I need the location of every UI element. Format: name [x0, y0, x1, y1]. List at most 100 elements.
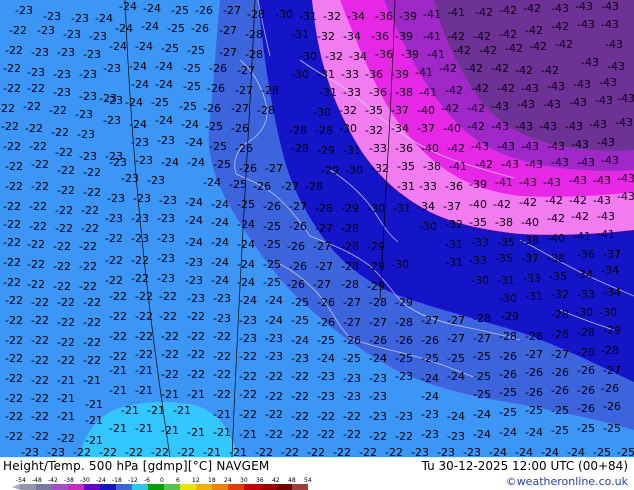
temperature-label: -22: [57, 432, 75, 445]
temperature-label: -25: [499, 406, 517, 419]
temperature-label: -42: [467, 120, 485, 133]
temperature-label: -24: [291, 334, 309, 347]
temperature-label: -22: [135, 330, 153, 343]
temperature-label: -22: [291, 428, 309, 441]
temperature-label: -31: [319, 86, 337, 99]
temperature-label: -23: [53, 86, 71, 99]
temperature-label: -24: [317, 352, 335, 365]
temperature-label: -37: [391, 104, 409, 117]
temperature-label: -42: [473, 30, 491, 43]
temperature-label: -23: [131, 136, 149, 149]
temperature-label: -24: [421, 390, 439, 403]
legend-tick-label: 36: [256, 477, 264, 484]
temperature-label: -22: [3, 140, 21, 153]
temperature-label: -36: [395, 142, 413, 155]
temperature-label: -23: [43, 10, 61, 23]
temperature-label: -22: [177, 446, 195, 457]
temperature-label: -23: [157, 232, 175, 245]
temperature-label: -37: [603, 248, 621, 261]
temperature-label: -43: [617, 92, 634, 105]
temperature-label: -22: [239, 350, 257, 363]
temperature-label: -24: [155, 60, 173, 73]
temperature-label: -40: [417, 104, 435, 117]
temperature-label: -28: [341, 278, 359, 291]
temperature-label: -23: [343, 372, 361, 385]
temperature-label: -28: [261, 84, 279, 97]
temperature-label: -36: [577, 248, 595, 261]
temperature-label: -41: [427, 48, 445, 61]
temperature-label: -23: [239, 332, 257, 345]
temperature-label: -28: [577, 326, 595, 339]
temperature-label: -34: [349, 50, 367, 63]
temperature-label: -22: [333, 446, 351, 457]
temperature-label: -43: [551, 2, 569, 15]
temperature-label: -27: [289, 200, 307, 213]
temperature-label: -28: [341, 260, 359, 273]
temperature-label: -25: [209, 140, 227, 153]
temperature-label: -24: [211, 198, 229, 211]
temperature-label: -39: [401, 48, 419, 61]
temperature-label: -22: [31, 314, 49, 327]
temperature-label: -22: [83, 354, 101, 367]
temperature-label: -22: [83, 166, 101, 179]
temperature-label: -26: [551, 384, 569, 397]
temperature-label: -23: [159, 194, 177, 207]
temperature-label: -35: [495, 252, 513, 265]
legend-arrow-left: [12, 484, 20, 490]
temperature-label: -22: [161, 348, 179, 361]
temperature-label: -39: [469, 178, 487, 191]
temperature-label: -23: [131, 232, 149, 245]
temperature-label: -22: [187, 310, 205, 323]
temperature-label: -23: [79, 68, 97, 81]
temperature-label: -22: [239, 408, 257, 421]
temperature-label: -27: [447, 332, 465, 345]
temperature-label: -21: [229, 446, 247, 457]
temperature-label: -42: [551, 20, 569, 33]
temperature-label: -27: [525, 348, 543, 361]
temperature-label: -32: [323, 10, 341, 23]
temperature-label: -21: [121, 404, 139, 417]
temperature-label: -25: [343, 352, 361, 365]
temperature-label: -43: [547, 140, 565, 153]
temperature-label: -28: [473, 312, 491, 325]
temperature-label: -23: [89, 30, 107, 43]
temperature-label: -23: [63, 28, 81, 41]
temperature-label: -21: [161, 388, 179, 401]
temperature-label: -42: [519, 196, 537, 209]
temperature-label: -22: [55, 146, 73, 159]
temperature-label: -37: [443, 200, 461, 213]
temperature-label: -21: [109, 384, 127, 397]
temperature-label: -27: [551, 348, 569, 361]
temperature-label: -22: [79, 280, 97, 293]
temperature-label: -25: [499, 386, 517, 399]
temperature-label: -25: [263, 220, 281, 233]
temperature-label: -29: [501, 310, 519, 323]
temperature-label: -42: [499, 4, 517, 17]
credit-link[interactable]: ©weatheronline.co.uk: [506, 475, 628, 488]
temperature-label: -43: [605, 38, 623, 51]
temperature-label: -27: [343, 316, 361, 329]
temperature-label: -23: [421, 428, 439, 441]
temperature-label: -23: [317, 370, 335, 383]
temperature-label: -25: [151, 96, 169, 109]
temperature-label: -34: [575, 268, 593, 281]
temperature-label: -23: [131, 212, 149, 225]
temperature-label: -37: [417, 122, 435, 135]
temperature-label: -29: [367, 260, 385, 273]
temperature-label: -21: [203, 446, 221, 457]
temperature-label: -22: [213, 368, 231, 381]
temperature-label: -22: [29, 200, 47, 213]
temperature-label: -26: [195, 4, 213, 17]
temperature-label: -42: [475, 6, 493, 19]
temperature-label: -43: [565, 120, 583, 133]
temperature-label: -22: [27, 238, 45, 251]
temperature-label: -21: [213, 426, 231, 439]
temperature-label: -22: [109, 290, 127, 303]
temperature-label: -21: [83, 374, 101, 387]
legend-tick-label: -6: [144, 477, 150, 484]
temperature-label: -37: [521, 252, 539, 265]
temperature-label: -22: [317, 410, 335, 423]
temperature-label: -24: [211, 256, 229, 269]
temperature-label: -32: [317, 30, 335, 43]
temperature-label: -23: [57, 46, 75, 59]
